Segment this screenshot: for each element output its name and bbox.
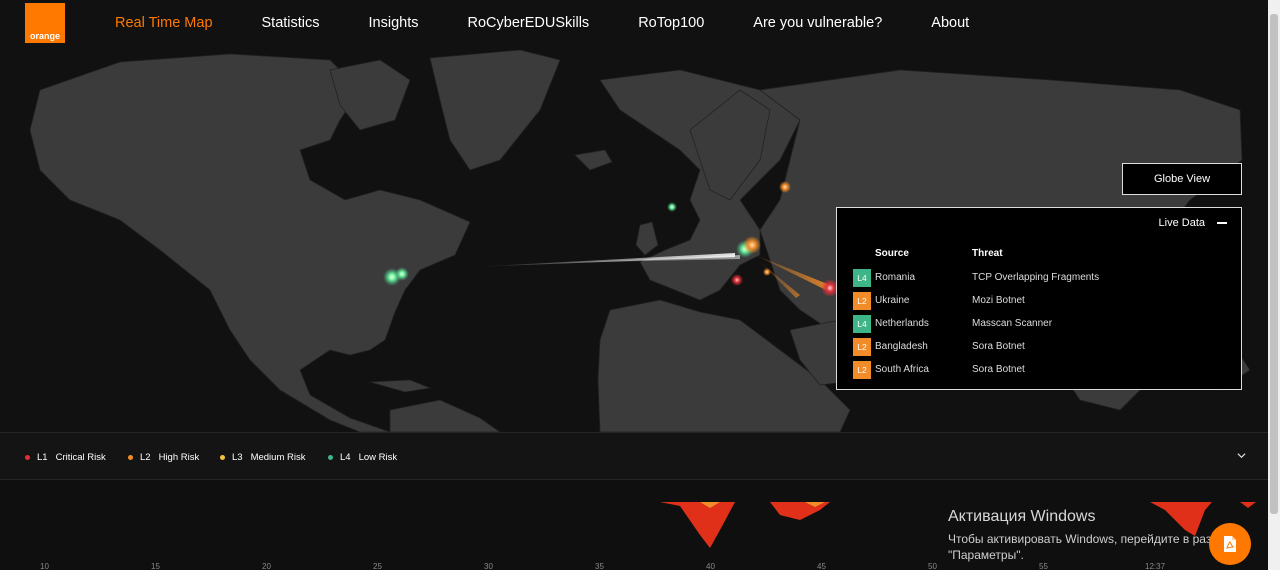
chevron-down-icon[interactable] [1237,451,1246,460]
risk-level-badge: L2 [853,361,871,379]
timeline-tick: 35 [595,562,604,570]
legend-label: Low Risk [358,452,398,463]
source-country: South Africa [875,364,929,375]
timeline-tick: 12:37 [1145,562,1166,570]
source-column-header: Source [875,248,909,259]
high-dot-icon [128,455,133,460]
live-data-row[interactable]: L2 Bangladesh Sora Botnet [853,338,1233,356]
activation-title: Активация Windows [948,508,1096,525]
windows-activation-watermark: Активация Windows Чтобы активировать Win… [948,508,1218,563]
live-data-row[interactable]: L2 Ukraine Mozi Botnet [853,292,1233,310]
timeline-tick: 40 [706,562,715,570]
legend-high-risk: L2 High Risk [128,452,199,463]
scrollbar-thumb[interactable] [1270,14,1278,514]
nav-statistics[interactable]: Statistics [262,15,320,31]
timeline-tick: 10 [40,562,49,570]
orange-logo[interactable]: orange [25,3,65,43]
timeline-tick: 20 [262,562,271,570]
live-data-row[interactable]: L2 South Africa Sora Botnet [853,361,1233,379]
main-nav: Real Time Map Statistics Insights RoCybe… [115,0,1018,46]
threat-name: TCP Overlapping Fragments [972,272,1100,283]
threat-name: Masscan Scanner [972,318,1053,329]
live-data-row[interactable]: L4 Romania TCP Overlapping Fragments [853,269,1233,287]
nav-insights[interactable]: Insights [369,15,419,31]
pdf-report-button[interactable] [1209,523,1251,565]
legend-label: Critical Risk [55,452,106,463]
legend-level: L1 [37,452,48,463]
timeline-tick: 55 [1039,562,1048,570]
legend-label: Medium Risk [250,452,306,463]
threat-name: Sora Botnet [972,341,1025,352]
legend-level: L3 [232,452,243,463]
logo-text: orange [29,31,60,41]
minus-icon[interactable] [1217,222,1227,224]
top-navigation-bar: orange Real Time Map Statistics Insights… [0,0,1268,50]
activation-line-1: Чтобы активировать Windows, перейдите в … [948,532,1219,546]
timeline-tick: 50 [928,562,937,570]
page-scrollbar[interactable] [1268,0,1280,570]
live-data-panel: Live Data Source Threat L4 Romania TCP O… [836,207,1242,390]
legend-medium-risk: L3 Medium Risk [220,452,305,463]
activation-message: Чтобы активировать Windows, перейдите в … [948,531,1218,563]
critical-dot-icon [25,455,30,460]
threat-name: Mozi Botnet [972,295,1025,306]
nav-about[interactable]: About [931,15,969,31]
pdf-icon [1224,536,1236,552]
risk-level-badge: L4 [853,315,871,333]
risk-level-badge: L2 [853,338,871,356]
nav-rotop100[interactable]: RoTop100 [638,15,704,31]
medium-dot-icon [220,455,225,460]
low-dot-icon [328,455,333,460]
nav-rocybereduskills[interactable]: RoCyberEDUSkills [468,15,590,31]
source-country: Romania [875,272,916,283]
risk-level-badge: L4 [853,269,871,287]
legend-label: High Risk [158,452,200,463]
live-data-header: Live Data [1159,217,1227,229]
nav-are-you-vulnerable[interactable]: Are you vulnerable? [753,15,882,31]
activation-line-2: "Параметры". [948,548,1024,562]
timeline-tick: 15 [151,562,160,570]
source-country: Netherlands [875,318,929,329]
threat-column-header: Threat [972,248,1003,259]
timeline-tick: 45 [817,562,826,570]
risk-level-badge: L2 [853,292,871,310]
threat-name: Sora Botnet [972,364,1025,375]
timeline-tick: 25 [373,562,382,570]
timeline-tick: 30 [484,562,493,570]
source-country: Ukraine [875,295,910,306]
legend-low-risk: L4 Low Risk [328,452,397,463]
world-attack-map[interactable]: Globe View Live Data Source Threat L4 Ro… [0,50,1268,432]
legend-level: L2 [140,452,151,463]
source-country: Bangladesh [875,341,928,352]
nav-real-time-map[interactable]: Real Time Map [115,15,213,31]
live-data-row[interactable]: L4 Netherlands Masscan Scanner [853,315,1233,333]
legend-critical-risk: L1 Critical Risk [25,452,106,463]
globe-view-button[interactable]: Globe View [1122,163,1242,195]
risk-legend-bar: L1 Critical Risk L2 High Risk L3 Medium … [0,432,1268,480]
live-data-title: Live Data [1158,217,1205,229]
legend-level: L4 [340,452,351,463]
